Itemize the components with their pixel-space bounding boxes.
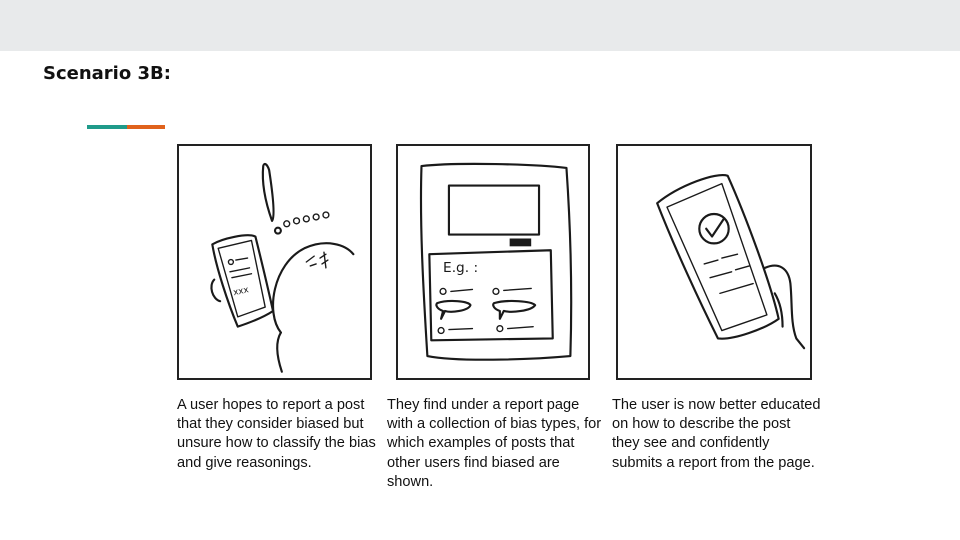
accent-bar-teal [87, 125, 127, 129]
thought-dot [322, 211, 330, 219]
example-line [507, 325, 534, 330]
phone-outline [211, 234, 275, 328]
example-avatar [496, 324, 504, 333]
storyboard-panel-2: E.g. : [396, 144, 590, 380]
exclamation-stroke [261, 162, 275, 222]
shoulder-line [276, 331, 283, 373]
top-band [0, 0, 960, 51]
avatar-dot [227, 258, 235, 266]
report-line [719, 282, 754, 295]
thought-dot [312, 213, 320, 221]
report-line [709, 265, 750, 279]
report-page-sketch: E.g. : [419, 162, 573, 361]
phone-screen [666, 182, 768, 332]
example-avatar [492, 287, 500, 296]
accent-bar-orange [127, 125, 165, 129]
image-placeholder [447, 184, 541, 236]
thumb-outline [210, 278, 222, 303]
checkmark-icon [705, 217, 725, 238]
example-line [503, 287, 532, 292]
slide-title: Scenario 3B: [43, 63, 171, 84]
phone-text: xxx [232, 285, 249, 298]
panel-2-caption: They find under a report page with a col… [387, 397, 602, 490]
example-label: E.g. : [443, 260, 478, 276]
scribble-block [509, 238, 532, 247]
speech-bubble [492, 299, 537, 320]
storyboard-panel-1: xxx [177, 144, 372, 380]
storyboard-panel-3 [616, 144, 812, 380]
thought-dot [302, 215, 310, 223]
speech-bubble [435, 299, 472, 320]
user-with-phone-sketch: xxx [210, 162, 355, 373]
panel-1-caption: A user hopes to report a post that they … [177, 397, 376, 471]
report-line [703, 253, 739, 265]
panel-3-caption: The user is now better educated on how t… [612, 397, 821, 471]
example-avatar [439, 287, 447, 296]
example-avatar [437, 326, 445, 335]
phone-outline [656, 174, 780, 340]
thought-dot [283, 220, 291, 228]
submit-report-sketch [656, 174, 806, 350]
example-line [450, 288, 474, 293]
frustrated-face [305, 251, 329, 269]
thought-dot [292, 217, 301, 225]
hand-outline [763, 264, 806, 350]
example-line [448, 327, 474, 331]
exclamation-dot [273, 226, 282, 235]
